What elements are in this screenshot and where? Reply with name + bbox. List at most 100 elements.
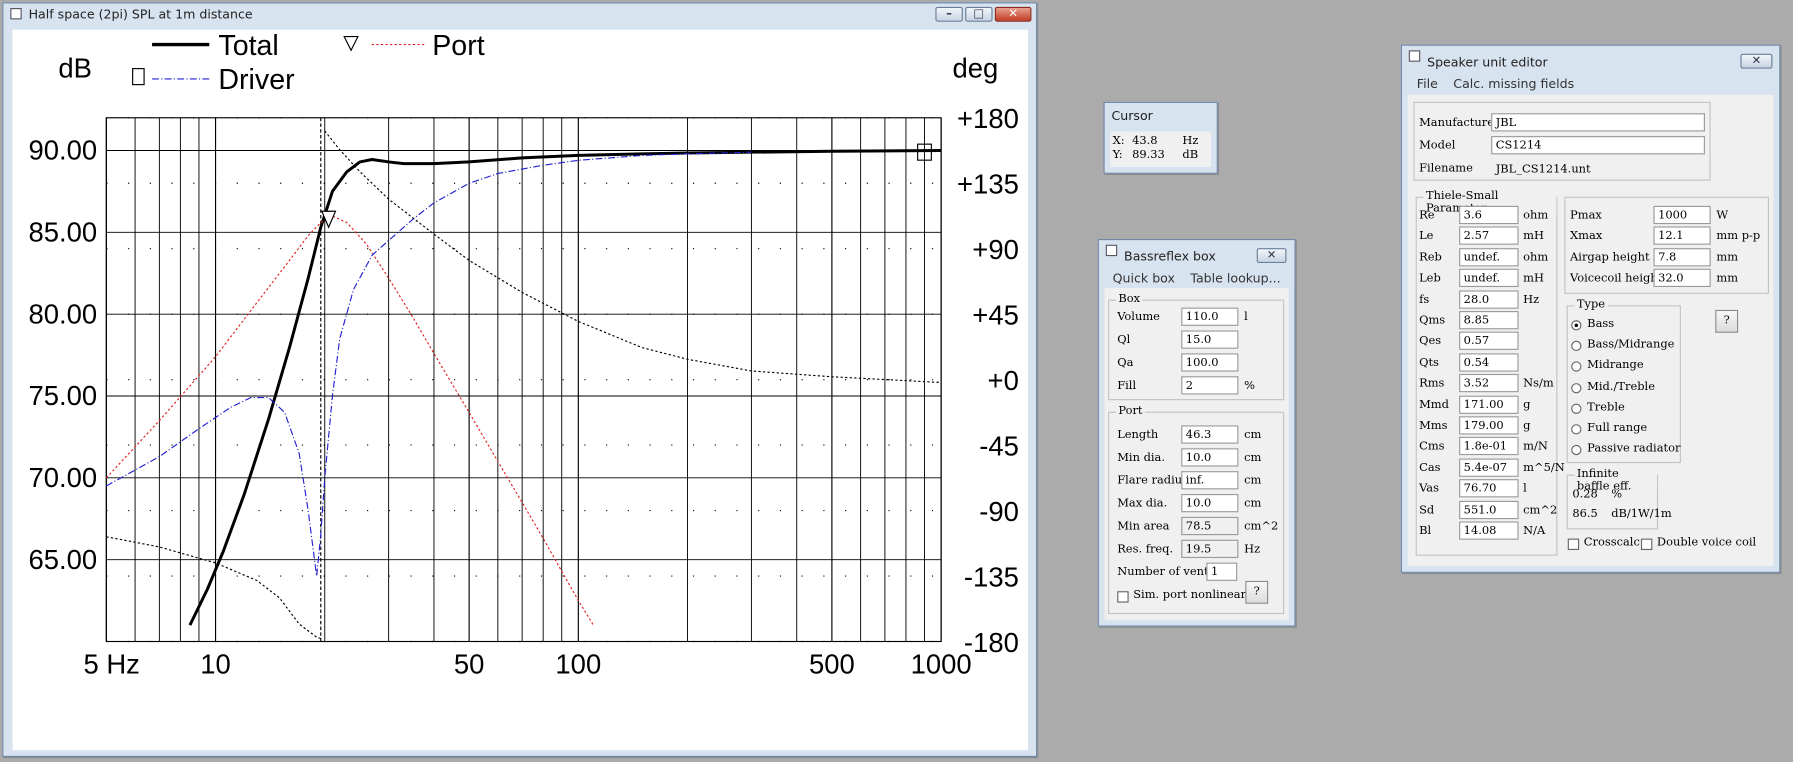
cursor-readout: X: 43.8 Hz Y: 89.33 dB: [1110, 131, 1211, 167]
speaker-editor-close-button[interactable]: ✕: [1740, 53, 1773, 69]
type-group-caption: Type: [1574, 298, 1608, 312]
mech-param-unit: mm p-p: [1716, 230, 1761, 243]
ts-param-field[interactable]: 1.8e-01: [1459, 437, 1519, 456]
speaker-editor-titlebar[interactable]: Speaker unit editor ✕: [1402, 46, 1779, 70]
type-radio[interactable]: [1571, 424, 1582, 435]
menu-file[interactable]: File: [1417, 77, 1438, 92]
port-param-field[interactable]: 78.5: [1181, 516, 1239, 536]
model-field[interactable]: CS1214: [1491, 136, 1705, 155]
ts-param-unit: ohm: [1523, 209, 1549, 222]
minimize-button[interactable]: –: [935, 6, 963, 22]
ts-param-field[interactable]: 8.85: [1459, 311, 1519, 330]
ts-param-unit: mH: [1523, 272, 1544, 285]
port-param-field[interactable]: 19.5: [1181, 539, 1239, 559]
ts-param-label: fs: [1419, 293, 1430, 306]
y-tick-label: 85.00: [29, 216, 98, 247]
ts-param-label: Qts: [1419, 356, 1439, 370]
ts-param-field[interactable]: 551.0: [1459, 500, 1519, 519]
double-voice-coil-checkbox[interactable]: [1640, 538, 1653, 551]
ts-param-label: Vas: [1419, 482, 1439, 496]
mech-param-field[interactable]: 7.8: [1653, 247, 1711, 267]
ts-param-label: Bl: [1419, 524, 1432, 538]
y2-tick-label: +135: [957, 169, 1019, 200]
crosscalc-checkbox[interactable]: [1567, 538, 1580, 551]
box-param-unit: l: [1244, 311, 1248, 324]
ts-param-unit: m^5/N: [1523, 461, 1565, 475]
port-param-field[interactable]: 10.0: [1181, 448, 1239, 467]
ts-param-field[interactable]: 171.00: [1459, 395, 1519, 414]
port-param-label: Flare radius: [1117, 474, 1188, 488]
ts-param-field[interactable]: 0.54: [1459, 353, 1519, 372]
maximize-button[interactable]: □: [965, 6, 993, 22]
ts-param-field[interactable]: 3.6: [1459, 205, 1519, 225]
y2-tick-label: -180: [964, 627, 1019, 658]
mech-param-unit: mm: [1716, 272, 1739, 285]
y2-tick-label: +90: [972, 234, 1019, 265]
ts-param-field[interactable]: 28.0: [1459, 289, 1519, 309]
type-radio[interactable]: [1571, 403, 1582, 414]
bassreflex-close-button[interactable]: ✕: [1256, 248, 1287, 264]
bassreflex-help-button[interactable]: ?: [1245, 580, 1269, 604]
port-param-label: Length: [1117, 428, 1159, 442]
model-label: Model: [1419, 139, 1456, 153]
mech-param-field[interactable]: 1000: [1653, 205, 1711, 225]
vents-field[interactable]: 1: [1206, 562, 1238, 581]
menu-table-lookup[interactable]: Table lookup...: [1190, 271, 1280, 286]
port-param-unit: cm^2: [1244, 520, 1279, 533]
x-tick-label: 5 Hz: [83, 649, 139, 680]
bassreflex-menubar: Quick box Table lookup...: [1113, 271, 1292, 286]
port-param-unit: cm: [1244, 451, 1262, 465]
mech-param-field[interactable]: 12.1: [1653, 226, 1711, 246]
speaker-help-button[interactable]: ?: [1715, 309, 1739, 333]
box-param-field[interactable]: 2: [1181, 376, 1239, 395]
port-param-field[interactable]: inf.: [1181, 471, 1239, 490]
box-param-field[interactable]: 15.0: [1181, 330, 1239, 349]
plot-area: [105, 117, 942, 643]
ts-param-field[interactable]: 179.00: [1459, 416, 1519, 435]
ts-param-field[interactable]: 3.52: [1459, 374, 1519, 393]
menu-calc-missing-fields[interactable]: Calc. missing fields: [1453, 77, 1574, 92]
y-tick-label: 80.00: [29, 298, 98, 329]
ts-param-field[interactable]: undef.: [1459, 247, 1519, 267]
spl-chart[interactable]: Total Port Driver dB deg 90.00 85.00 80.00…: [13, 30, 1028, 750]
graph-canvas[interactable]: Total Port Driver dB deg 90.00 85.00 80.00…: [12, 29, 1029, 751]
box-param-label: Fill: [1117, 379, 1137, 393]
y2-tick-label: +180: [957, 103, 1019, 134]
port-param-unit: Hz: [1244, 543, 1261, 556]
manufacturer-field[interactable]: JBL: [1491, 113, 1705, 132]
port-nonlinearity-checkbox[interactable]: [1117, 591, 1129, 603]
port-param-label: Min dia.: [1117, 451, 1165, 465]
graph-window-titlebar[interactable]: Half space (2pi) SPL at 1m distance – □ …: [3, 3, 1036, 24]
cursor-y-value: 89.33: [1132, 148, 1165, 162]
box-param-field[interactable]: 110.0: [1181, 307, 1239, 326]
ts-param-field[interactable]: undef.: [1459, 268, 1519, 288]
type-radio-label: Passive radiator: [1587, 442, 1681, 456]
ts-param-unit: N/A: [1523, 524, 1546, 538]
ts-param-field[interactable]: 14.08: [1459, 521, 1519, 540]
port-param-field[interactable]: 46.3: [1181, 425, 1239, 444]
legend-total-label: Total: [218, 30, 278, 62]
ts-param-unit: mH: [1523, 230, 1544, 243]
box-group-caption: Box: [1116, 292, 1143, 306]
ts-param-field[interactable]: 0.57: [1459, 332, 1519, 351]
cursor-window-titlebar[interactable]: Cursor: [1105, 103, 1217, 124]
type-radio-label: Full range: [1587, 421, 1648, 435]
x-tick-label: 500: [809, 649, 855, 680]
ts-param-unit: ohm: [1523, 251, 1549, 264]
bassreflex-window-titlebar[interactable]: Bassreflex box ✕: [1099, 240, 1295, 264]
type-radio[interactable]: [1571, 320, 1582, 331]
menu-quick-box[interactable]: Quick box: [1113, 271, 1175, 286]
close-button[interactable]: ✕: [994, 6, 1032, 22]
y-tick-label: 90.00: [29, 135, 98, 166]
port-param-field[interactable]: 10.0: [1181, 493, 1239, 513]
ts-param-field[interactable]: 2.57: [1459, 226, 1519, 246]
mech-param-field[interactable]: 32.0: [1653, 268, 1711, 288]
ts-param-field[interactable]: 5.4e-07: [1459, 458, 1519, 477]
type-radio[interactable]: [1571, 382, 1582, 393]
x-tick-label: 50: [454, 649, 485, 680]
ts-param-label: Mms: [1419, 419, 1448, 433]
bassreflex-panel: Box Volume 110.0 l Ql 15.0 Qa 100.0 Fill 2% Port…: [1104, 288, 1289, 620]
ts-param-label: Cms: [1419, 440, 1445, 454]
ts-param-field[interactable]: 76.70: [1459, 479, 1519, 498]
box-param-field[interactable]: 100.0: [1181, 353, 1239, 372]
